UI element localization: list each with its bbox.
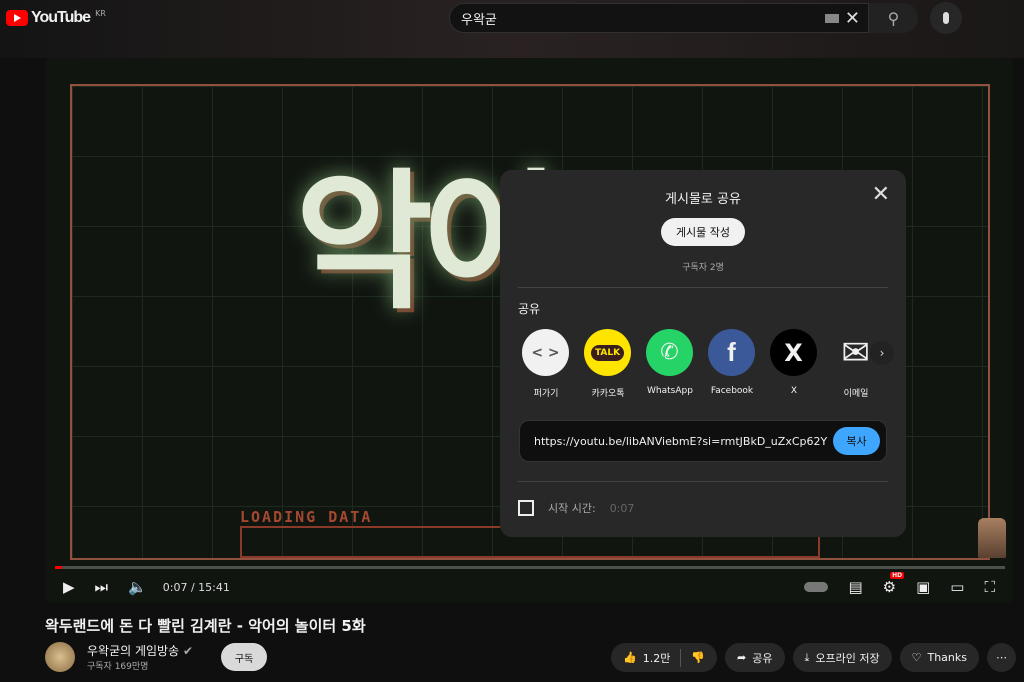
- copy-button[interactable]: 복사: [833, 427, 880, 455]
- youtube-play-icon: [6, 10, 28, 26]
- verified-icon: ✔: [182, 644, 194, 658]
- progress-played: [55, 566, 63, 569]
- search-button[interactable]: ⚲: [869, 3, 918, 33]
- streamer-figure: [978, 518, 1006, 558]
- share-kakaotalk[interactable]: TALK 카카오톡: [584, 329, 632, 399]
- share-x[interactable]: XX: [770, 329, 818, 399]
- share-url: https://youtu.be/libANViebmE?si=rmtJBkD_…: [534, 434, 828, 448]
- start-time-value: 0:07: [609, 501, 635, 515]
- loading-data-text: LOADING DATA: [240, 508, 373, 526]
- subscriber-count: 구독자 2명: [682, 263, 724, 273]
- share-label-facebook: Facebook: [710, 386, 754, 396]
- video-actions: 👍 1.2만 👎 ➦ 공유 ⤓ 오프라인 저장 ♡ Thanks ⋯: [611, 643, 1016, 672]
- share-button[interactable]: ➦ 공유: [725, 643, 785, 672]
- subtitles-icon[interactable]: ▤: [848, 578, 862, 596]
- dialog-title: 게시물로 공유: [665, 192, 741, 207]
- channel-subscribers: 구독자 169만명: [87, 662, 149, 672]
- share-icon: ➦: [737, 651, 747, 664]
- play-icon[interactable]: ▶: [63, 578, 75, 596]
- search-icon: ⚲: [887, 8, 900, 28]
- share-targets: < > 퍼가기 TALK 카카오톡 ✆ WhatsApp f Facebook XX ✉…: [522, 329, 880, 399]
- thanks-button-label: Thanks: [927, 651, 967, 664]
- settings-icon[interactable]: ⚙ HD: [883, 572, 905, 596]
- share-facebook[interactable]: f Facebook: [708, 329, 756, 399]
- clear-search-icon[interactable]: ✕: [845, 8, 860, 29]
- start-time-checkbox[interactable]: [518, 500, 534, 516]
- progress-bar[interactable]: [55, 566, 1005, 569]
- start-time-option: 시작 시간: 0:07: [518, 500, 634, 516]
- more-actions-button[interactable]: ⋯: [987, 643, 1016, 672]
- like-dislike-group: 👍 1.2만 👎: [611, 643, 718, 672]
- share-url-field[interactable]: https://youtu.be/libANViebmE?si=rmtJBkD_…: [519, 420, 887, 462]
- theater-mode-icon[interactable]: ▭: [950, 578, 964, 596]
- logo-text: YouTube: [31, 9, 91, 26]
- duration: 15:41: [198, 580, 230, 594]
- share-whatsapp[interactable]: ✆ WhatsApp: [646, 329, 694, 399]
- avatar[interactable]: [45, 642, 75, 672]
- whatsapp-icon: ✆: [646, 329, 693, 376]
- kakaotalk-icon: TALK: [584, 329, 631, 376]
- autoplay-toggle[interactable]: [804, 582, 829, 592]
- search-query: 우왁굳: [461, 12, 497, 28]
- next-arrow-icon[interactable]: ›: [870, 341, 894, 365]
- more-icon: ⋯: [996, 651, 1007, 664]
- divider: [518, 481, 888, 482]
- volume-icon[interactable]: 🔈: [128, 578, 147, 596]
- share-label: 공유: [518, 302, 541, 316]
- like-icon[interactable]: 👍: [623, 651, 637, 664]
- download-icon: ⤓: [804, 650, 810, 664]
- share-embed[interactable]: < > 퍼가기: [522, 329, 570, 399]
- channel-info: 우왁굳의 게임방송 ✔ 구독자 169만명 구독: [45, 642, 268, 672]
- start-time-label: 시작 시간:: [548, 502, 596, 515]
- keyboard-icon[interactable]: [824, 13, 839, 23]
- share-dialog: 게시물로 공유 ✕ 게시물 작성 구독자 2명 공유 < > 퍼가기 TALK 카카…: [500, 170, 906, 537]
- share-label-kakaotalk: 카카오톡: [591, 389, 625, 399]
- close-icon[interactable]: ✕: [872, 182, 890, 207]
- current-time: 0:07: [162, 580, 188, 594]
- time-separator: /: [187, 580, 199, 594]
- player-controls: ▶ ⏭ 🔈 0:07 / 15:41 ▤ ⚙ HD ▣ ▭ ⛶: [45, 572, 1013, 602]
- facebook-icon: f: [708, 329, 755, 376]
- share-email[interactable]: ✉ 이메일: [832, 329, 880, 400]
- create-post-button[interactable]: 게시물 작성: [661, 218, 745, 246]
- share-label-email: 이메일: [843, 389, 869, 399]
- search-input[interactable]: 우왁굳 ✕: [449, 3, 869, 33]
- voice-search-button[interactable]: [930, 2, 962, 34]
- download-button-label: 오프라인 저장: [815, 651, 880, 665]
- share-button-label: 공유: [752, 651, 773, 665]
- region-code: KR: [95, 9, 106, 18]
- subscribe-button[interactable]: 구독: [221, 643, 268, 671]
- fullscreen-icon[interactable]: ⛶: [984, 578, 995, 596]
- channel-name-text: 우왁굳의 게임방송: [87, 644, 180, 658]
- dislike-icon[interactable]: 👎: [691, 651, 705, 664]
- like-count[interactable]: 1.2만: [643, 650, 671, 666]
- channel-name[interactable]: 우왁굳의 게임방송 ✔: [87, 642, 193, 659]
- top-bar: YouTube KR 우왁굳 ✕ ⚲: [0, 0, 1024, 58]
- miniplayer-icon[interactable]: ▣: [916, 578, 930, 596]
- share-label-whatsapp: WhatsApp: [647, 386, 693, 396]
- embed-icon: < >: [522, 329, 569, 376]
- youtube-logo[interactable]: YouTube KR: [6, 9, 106, 27]
- x-icon: X: [770, 329, 817, 376]
- kakao-glyph: TALK: [590, 344, 625, 361]
- share-label-embed: 퍼가기: [533, 389, 559, 399]
- divider: [518, 287, 888, 288]
- download-button[interactable]: ⤓ 오프라인 저장: [792, 643, 892, 672]
- next-icon[interactable]: ⏭: [95, 578, 109, 596]
- thanks-button[interactable]: ♡ Thanks: [899, 643, 979, 672]
- microphone-icon: [943, 12, 949, 24]
- hd-badge: HD: [890, 572, 905, 579]
- time-display: 0:07 / 15:41: [163, 581, 230, 594]
- video-title: 왁두랜드에 돈 다 빨린 김계란 - 악어의 놀이터 5화: [45, 617, 366, 635]
- thanks-icon: ♡: [911, 651, 922, 664]
- share-label-x: X: [790, 386, 798, 396]
